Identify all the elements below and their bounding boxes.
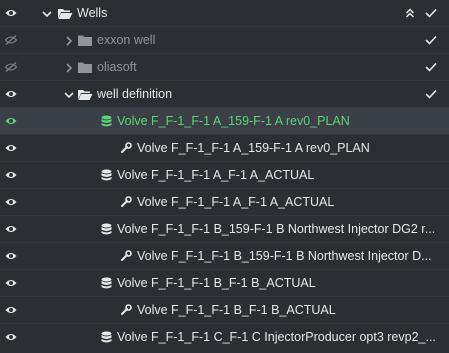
check-icon[interactable] <box>425 62 437 72</box>
tree-label-well-definition: well definition <box>97 87 173 101</box>
database-icon <box>101 169 112 181</box>
tree-label-trajectory: Volve F_F-1_F-1 A_F-1 A_ACTUAL <box>137 195 335 209</box>
database-icon <box>101 331 112 343</box>
tree-label-oliasoft: oliasoft <box>97 60 137 74</box>
check-icon[interactable] <box>425 8 437 18</box>
chevron-down-icon[interactable] <box>64 90 74 100</box>
tree-row-oliasoft[interactable]: oliasoft <box>0 54 449 81</box>
tree-label-exxon-well: exxon well <box>97 33 156 47</box>
eye-icon[interactable] <box>5 332 17 342</box>
eye-icon[interactable] <box>5 143 17 153</box>
eye-icon[interactable] <box>5 89 17 99</box>
tree-row-wells[interactable]: Wells <box>0 0 449 27</box>
tree-label-dataset: Volve F_F-1_F-1 C_F-1 C InjectorProducer… <box>117 330 436 344</box>
wrench-icon <box>121 304 132 315</box>
eye-icon[interactable] <box>5 8 17 18</box>
tree-row-dataset[interactable]: Volve F_F-1_F-1 A_F-1 A_ACTUAL <box>0 162 449 189</box>
tree-label-dataset: Volve F_F-1_F-1 A_F-1 A_ACTUAL <box>117 168 315 182</box>
eye-icon[interactable] <box>5 224 17 234</box>
eye-icon[interactable] <box>5 278 17 288</box>
tree-label-trajectory: Volve F_F-1_F-1 B_159-F-1 B Northwest In… <box>137 249 432 263</box>
tree-label-wells: Wells <box>77 6 108 20</box>
tree-row-dataset[interactable]: Volve F_F-1_F-1 B_159-F-1 B Northwest In… <box>0 216 449 243</box>
folder-icon <box>78 35 92 46</box>
tree-label-dataset: Volve F_F-1_F-1 A_159-F-1 A rev0_PLAN <box>117 114 350 128</box>
eye-icon[interactable] <box>5 197 17 207</box>
folder-icon <box>78 62 92 73</box>
chevron-right-icon[interactable] <box>64 63 74 73</box>
tree-row-well-definition[interactable]: well definition <box>0 81 449 108</box>
eye-icon[interactable] <box>5 116 17 126</box>
eye-icon[interactable] <box>5 305 17 315</box>
tree-row-trajectory[interactable]: Volve F_F-1_F-1 A_F-1 A_ACTUAL <box>0 189 449 216</box>
tree-label-trajectory: Volve F_F-1_F-1 A_159-F-1 A rev0_PLAN <box>137 141 370 155</box>
eye-icon[interactable] <box>5 251 17 261</box>
eye-icon[interactable] <box>5 170 17 180</box>
tree-label-dataset: Volve F_F-1_F-1 B_F-1 B_ACTUAL <box>117 276 316 290</box>
folder-open-icon <box>58 9 73 19</box>
check-icon[interactable] <box>425 35 437 45</box>
tree-row-dataset[interactable]: Volve F_F-1_F-1 C_F-1 C InjectorProducer… <box>0 324 449 351</box>
chevron-right-icon[interactable] <box>64 36 74 46</box>
tree-label-trajectory: Volve F_F-1_F-1 B_F-1 B_ACTUAL <box>137 303 336 317</box>
database-icon <box>101 277 112 289</box>
well-tree: Wells exxon well oliasoft well definitio… <box>0 0 449 353</box>
chevron-down-icon[interactable] <box>42 9 52 19</box>
tree-row-trajectory[interactable]: Volve F_F-1_F-1 B_159-F-1 B Northwest In… <box>0 243 449 270</box>
tree-row-exxon-well[interactable]: exxon well <box>0 27 449 54</box>
collapse-all-icon[interactable] <box>405 7 415 19</box>
eye-slash-icon[interactable] <box>5 62 17 72</box>
wrench-icon <box>121 196 132 207</box>
folder-open-icon <box>78 90 93 100</box>
eye-slash-icon[interactable] <box>5 35 17 45</box>
tree-row-trajectory[interactable]: Volve F_F-1_F-1 B_F-1 B_ACTUAL <box>0 297 449 324</box>
database-icon <box>101 223 112 235</box>
tree-label-dataset: Volve F_F-1_F-1 B_159-F-1 B Northwest In… <box>117 222 436 236</box>
tree-row-dataset[interactable]: Volve F_F-1_F-1 A_159-F-1 A rev0_PLAN <box>0 108 449 135</box>
tree-row-dataset[interactable]: Volve F_F-1_F-1 B_F-1 B_ACTUAL <box>0 270 449 297</box>
database-icon <box>101 115 112 127</box>
check-icon[interactable] <box>425 89 437 99</box>
wrench-icon <box>121 250 132 261</box>
tree-row-trajectory[interactable]: Volve F_F-1_F-1 A_159-F-1 A rev0_PLAN <box>0 135 449 162</box>
wrench-icon <box>121 142 132 153</box>
